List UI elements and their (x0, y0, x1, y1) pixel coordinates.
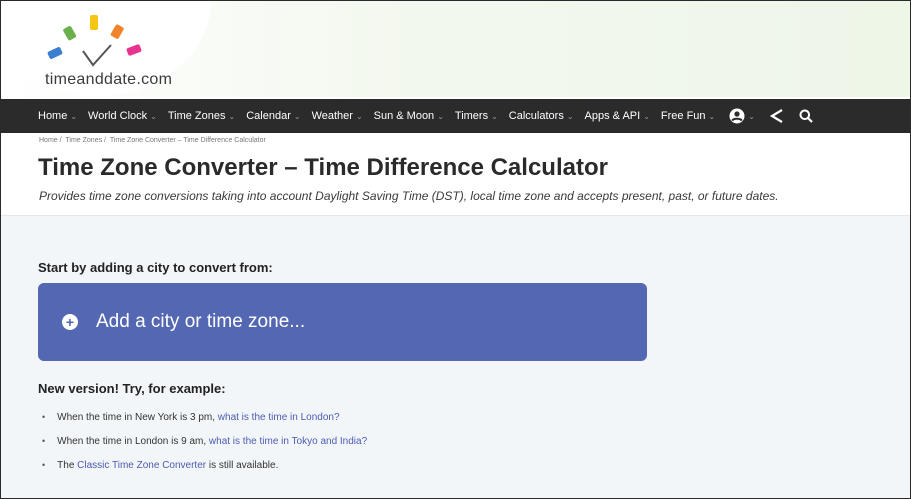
list-item: • When the time in London is 9 am, what … (38, 429, 367, 453)
chevron-down-icon: ⌄ (491, 111, 498, 121)
nav-free-fun[interactable]: Free Fun ⌄ (661, 110, 715, 122)
page-title: Time Zone Converter – Time Difference Ca… (38, 154, 608, 181)
bullet-icon: • (42, 460, 46, 470)
nav-timers[interactable]: Timers ⌄ (455, 110, 498, 122)
nav-label: Free Fun (660, 110, 706, 122)
page-header: Home / Time Zones / Time Zone Converter … (1, 133, 910, 216)
nav-weather[interactable]: Weather ⌄ (312, 110, 363, 122)
nav-label: Calculators (508, 110, 564, 122)
main-nav: Home ⌄ World Clock ⌄ Time Zones ⌄ Calendar ⌄… (1, 99, 910, 133)
add-city-button[interactable]: + Add a city or time zone... (38, 283, 647, 361)
nav-sun-moon[interactable]: Sun & Moon ⌄ (374, 110, 444, 122)
chevron-down-icon: ⌄ (293, 111, 301, 121)
bullet-icon: • (42, 412, 46, 422)
chevron-down-icon: ⌄ (355, 111, 363, 121)
example-text: When the time in London is 9 am, (57, 435, 209, 447)
example-text: When the time in New York is 3 pm, (57, 411, 218, 423)
logo-icon[interactable] (45, 13, 155, 73)
nav-time-zones[interactable]: Time Zones ⌄ (168, 110, 235, 122)
page-subtitle: Provides time zone conversions taking in… (39, 189, 779, 203)
example-text: The (57, 459, 78, 471)
nav-label: Calendar (246, 110, 291, 122)
nav-world-clock[interactable]: World Clock ⌄ (88, 110, 157, 122)
chevron-down-icon: ⌄ (643, 111, 650, 121)
search-icon[interactable] (799, 109, 813, 123)
nav-apps-api[interactable]: Apps & API ⌄ (585, 110, 650, 122)
nav-label: Sun & Moon (373, 110, 435, 122)
new-version-label: New version! Try, for example: (38, 381, 226, 396)
bullet-icon: • (42, 436, 46, 446)
nav-label: Timers (454, 110, 489, 122)
example-link-london[interactable]: what is the time in London? (218, 412, 340, 423)
share-icon[interactable] (769, 108, 785, 124)
examples-list: • When the time in New York is 3 pm, wha… (38, 405, 367, 477)
breadcrumb-home[interactable]: Home / (39, 137, 62, 144)
chevron-down-icon: ⌄ (708, 111, 716, 121)
main-content: Home / Time Zones / Time Zone Converter … (1, 133, 910, 498)
nav-label: Weather (311, 110, 353, 122)
nav-label: World Clock (88, 110, 148, 122)
chevron-down-icon: ⌄ (437, 111, 444, 121)
logo-text[interactable]: timeanddate.com (45, 71, 172, 89)
nav-label: Time Zones (167, 110, 226, 122)
browser-page: timeanddate.com Home ⌄ World Clock ⌄ Time … (0, 0, 911, 499)
breadcrumb: Home / Time Zones / Time Zone Converter … (39, 137, 268, 144)
breadcrumb-current: Time Zone Converter – Time Difference Ca… (109, 137, 266, 144)
chevron-down-icon: ⌄ (228, 111, 236, 121)
chevron-down-icon: ⌄ (70, 111, 78, 121)
nav-calendar[interactable]: Calendar ⌄ (246, 110, 300, 122)
list-item: • When the time in New York is 3 pm, wha… (38, 405, 367, 429)
classic-converter-link[interactable]: Classic Time Zone Converter (77, 460, 206, 471)
site-header: timeanddate.com (1, 1, 910, 97)
example-link-tokyo-india[interactable]: what is the time in Tokyo and India? (209, 436, 367, 447)
example-text-suffix: is still available. (206, 459, 279, 471)
plus-icon: + (62, 314, 78, 330)
nav-home[interactable]: Home ⌄ (38, 110, 77, 122)
list-item: • The Classic Time Zone Converter is sti… (38, 453, 367, 477)
chevron-down-icon: ⌄ (566, 111, 574, 121)
start-label: Start by adding a city to convert from: (38, 260, 273, 275)
chevron-down-icon: ⌄ (748, 111, 755, 121)
add-city-placeholder: Add a city or time zone... (96, 311, 306, 332)
breadcrumb-time-zones[interactable]: Time Zones / (65, 137, 106, 144)
nav-label: Apps & API (584, 110, 641, 122)
nav-calculators[interactable]: Calculators ⌄ (509, 110, 574, 122)
chevron-down-icon: ⌄ (150, 111, 157, 121)
account-icon[interactable]: ⌄ (729, 108, 755, 124)
nav-label: Home (38, 110, 68, 122)
